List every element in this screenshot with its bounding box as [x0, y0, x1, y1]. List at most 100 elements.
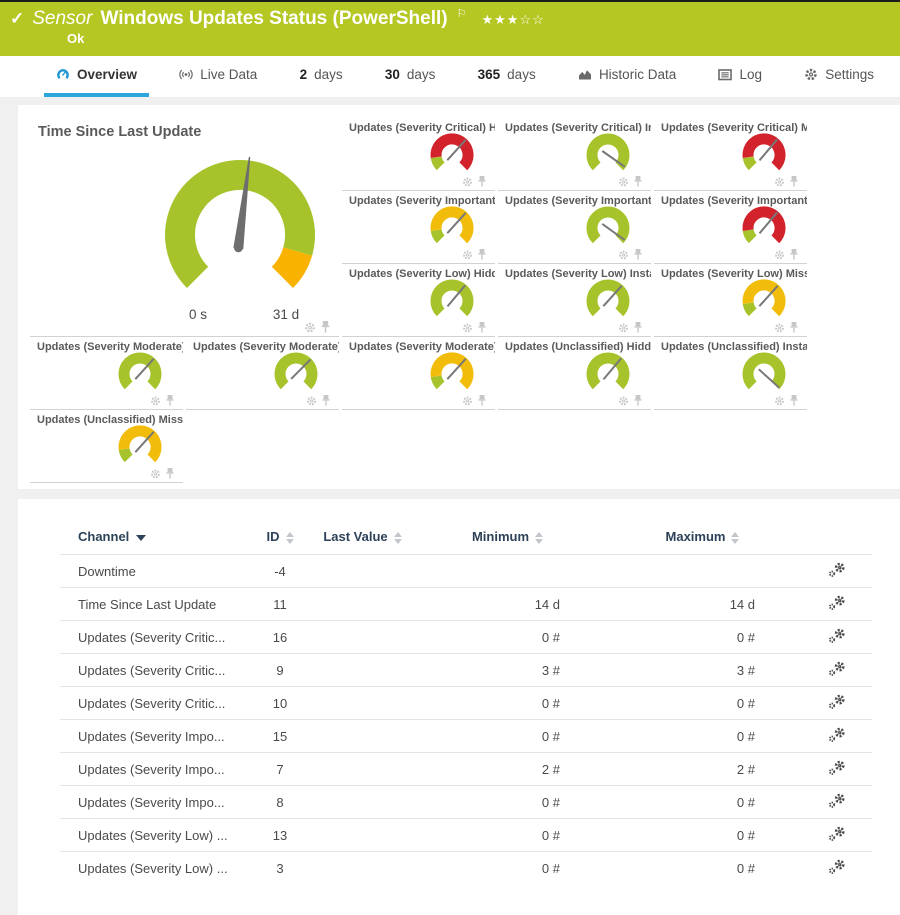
channel-settings-button[interactable] — [826, 725, 847, 747]
tab-historic-data[interactable]: Historic Data — [566, 56, 688, 97]
column-header-max[interactable]: Maximum — [605, 525, 800, 555]
channel-settings-button[interactable] — [826, 824, 847, 846]
gear-icon[interactable] — [618, 323, 629, 333]
channel-name[interactable]: Updates (Severity Critic... — [60, 687, 245, 720]
gauge-panel-updates[interactable]: Updates (Severity Critical) Hi... — [342, 118, 495, 191]
pin-icon[interactable] — [790, 249, 798, 260]
gear-icon[interactable] — [462, 323, 473, 333]
gear-icon[interactable] — [774, 250, 785, 260]
gear-icon[interactable] — [774, 177, 785, 187]
mini-gauge[interactable] — [424, 348, 480, 398]
channel-settings-button[interactable] — [826, 758, 847, 780]
mini-gauge[interactable] — [736, 348, 792, 398]
gauge-panel-updates[interactable]: Updates (Severity Critical) Ins... — [498, 118, 651, 191]
pin-icon[interactable] — [790, 176, 798, 187]
gauge-panel-updates[interactable]: Updates (Severity Moderate) I... — [186, 337, 339, 410]
column-header-min[interactable]: Minimum — [410, 525, 605, 555]
gauge-panel-updates[interactable]: Updates (Severity Low) Install... — [498, 264, 651, 337]
gauge-panel-updates[interactable]: Updates (Severity Low) Hidden — [342, 264, 495, 337]
tab-overview[interactable]: Overview — [44, 56, 149, 97]
gear-icon[interactable] — [618, 250, 629, 260]
channel-name[interactable]: Updates (Severity Impo... — [60, 720, 245, 753]
pin-icon[interactable] — [478, 395, 486, 406]
pin-icon[interactable] — [478, 249, 486, 260]
flag-icon[interactable]: ⚐ — [457, 7, 467, 20]
mini-gauge[interactable] — [736, 129, 792, 179]
channel-settings-button[interactable] — [826, 857, 847, 879]
tab-days-30[interactable]: 30days — [373, 56, 448, 97]
mini-gauge[interactable] — [424, 202, 480, 252]
gauge-panel-updates[interactable]: Updates (Unclassified) Missing — [30, 410, 183, 483]
gauge-panel-updates[interactable]: Updates (Severity Important) ... — [654, 191, 807, 264]
gear-icon[interactable] — [462, 177, 473, 187]
channel-name[interactable]: Updates (Severity Low) ... — [60, 819, 245, 852]
pin-icon[interactable] — [166, 468, 174, 479]
pin-icon[interactable] — [790, 322, 798, 333]
gear-icon[interactable] — [462, 396, 473, 406]
mini-gauge[interactable] — [424, 275, 480, 325]
pin-icon[interactable] — [634, 176, 642, 187]
channel-name[interactable]: Updates (Severity Critic... — [60, 621, 245, 654]
pin-icon[interactable] — [634, 322, 642, 333]
mini-gauge[interactable] — [580, 348, 636, 398]
pin-icon[interactable] — [478, 176, 486, 187]
gauge-panel-updates[interactable]: Updates (Severity Important) ... — [342, 191, 495, 264]
pin-icon[interactable] — [790, 395, 798, 406]
column-header-last[interactable]: Last Value — [315, 525, 410, 555]
mini-gauge[interactable] — [424, 129, 480, 179]
gauge-panel-updates[interactable]: Updates (Unclassified) Hidden — [498, 337, 651, 410]
channel-name[interactable]: Updates (Severity Low) ... — [60, 852, 245, 885]
pin-icon[interactable] — [634, 249, 642, 260]
gear-icon[interactable] — [150, 396, 161, 406]
pin-icon[interactable] — [166, 395, 174, 406]
gauge-panel-updates[interactable]: Updates (Severity Low) Missi... — [654, 264, 807, 337]
gear-icon[interactable] — [304, 322, 316, 333]
channel-settings-button[interactable] — [826, 560, 847, 582]
tab-settings[interactable]: Settings — [792, 56, 886, 97]
gear-icon[interactable] — [618, 396, 629, 406]
mini-gauge[interactable] — [736, 275, 792, 325]
gear-icon[interactable] — [306, 396, 317, 406]
pin-icon[interactable] — [478, 322, 486, 333]
gear-icon[interactable] — [618, 177, 629, 187]
gauge-panel-updates[interactable]: Updates (Severity Important) ... — [498, 191, 651, 264]
pin-icon[interactable] — [634, 395, 642, 406]
gauge-panel-updates[interactable]: Updates (Severity Critical) Mi... — [654, 118, 807, 191]
mini-gauge[interactable] — [736, 202, 792, 252]
channel-settings-button[interactable] — [826, 626, 847, 648]
channel-settings-button[interactable] — [826, 791, 847, 813]
gear-icon[interactable] — [150, 469, 161, 479]
column-header-channel[interactable]: Channel — [60, 525, 245, 555]
tab-live-data[interactable]: Live Data — [167, 56, 269, 97]
channel-name[interactable]: Downtime — [60, 555, 245, 588]
tab-days-2[interactable]: 2days — [288, 56, 355, 97]
gauge-panel-updates[interactable]: Updates (Severity Moderate) ... — [342, 337, 495, 410]
channel-name[interactable]: Updates (Severity Critic... — [60, 654, 245, 687]
pin-icon[interactable] — [321, 321, 330, 333]
mini-gauge[interactable] — [580, 275, 636, 325]
tab-label: Overview — [77, 67, 137, 82]
channel-name[interactable]: Updates (Severity Impo... — [60, 753, 245, 786]
priority-stars[interactable]: ★★★☆☆ — [481, 12, 544, 28]
gauge-panel-updates[interactable]: Updates (Unclassified) Install... — [654, 337, 807, 410]
mini-gauge[interactable] — [268, 348, 324, 398]
mini-gauge[interactable] — [580, 202, 636, 252]
channel-name[interactable]: Time Since Last Update — [60, 588, 245, 621]
gear-icon[interactable] — [462, 250, 473, 260]
gear-icon[interactable] — [774, 396, 785, 406]
channel-settings-button[interactable] — [826, 593, 847, 615]
gauge-panel-time-since-last-update[interactable]: Time Since Last Update 0 s 31 d — [30, 118, 339, 337]
gear-icon[interactable] — [774, 323, 785, 333]
column-header-id[interactable]: ID — [245, 525, 315, 555]
channel-last-value — [315, 720, 410, 753]
pin-icon[interactable] — [322, 395, 330, 406]
channel-settings-button[interactable] — [826, 692, 847, 714]
mini-gauge[interactable] — [580, 129, 636, 179]
channel-name[interactable]: Updates (Severity Impo... — [60, 786, 245, 819]
mini-gauge[interactable] — [112, 421, 168, 471]
tab-log[interactable]: Log — [706, 56, 774, 97]
channel-settings-button[interactable] — [826, 659, 847, 681]
tab-days-365[interactable]: 365days — [466, 56, 548, 97]
mini-gauge[interactable] — [112, 348, 168, 398]
gauge-panel-updates[interactable]: Updates (Severity Moderate) ... — [30, 337, 183, 410]
